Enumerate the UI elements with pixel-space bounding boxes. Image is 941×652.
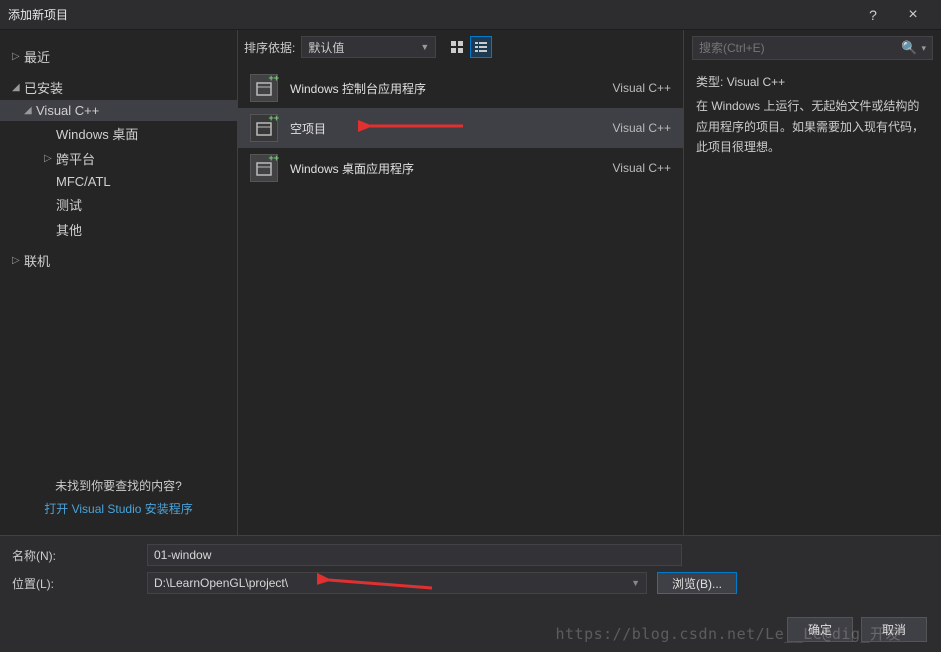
tree-item-8[interactable]: ▷联机 xyxy=(0,248,237,273)
template-name: 空项目 xyxy=(290,120,613,137)
view-grid-button[interactable] xyxy=(446,36,468,58)
sidebar: ▷最近◢已安装◢Visual C++Windows 桌面▷跨平台MFC/ATL测… xyxy=(0,30,238,535)
search-box[interactable]: 🔍 ▾ xyxy=(692,36,933,60)
view-list-button[interactable] xyxy=(470,36,492,58)
name-input[interactable] xyxy=(147,544,682,566)
sort-label: 排序依据: xyxy=(244,39,295,56)
sort-dropdown[interactable]: 默认值 ▼ xyxy=(301,36,436,58)
tree-item-label: Visual C++ xyxy=(36,103,99,118)
tree-item-7[interactable]: 其他 xyxy=(0,217,237,242)
name-label: 名称(N): xyxy=(12,547,147,564)
tree-arrow-icon: ▷ xyxy=(12,51,24,62)
right-pane: 🔍 ▾ 类型: Visual C++ 在 Windows 上运行、无起始文件或结… xyxy=(684,30,941,535)
window-title: 添加新项目 xyxy=(8,6,853,23)
type-label: 类型: xyxy=(696,75,723,89)
tree-item-3[interactable]: Windows 桌面 xyxy=(0,121,237,146)
tree-item-label: 联机 xyxy=(24,251,50,270)
cancel-button[interactable]: 取消 xyxy=(861,617,927,642)
view-mode-buttons xyxy=(446,36,492,58)
template-lang: Visual C++ xyxy=(613,161,671,175)
template-icon: ++ xyxy=(250,74,278,102)
tree-item-label: 最近 xyxy=(24,47,50,66)
tree-item-label: 跨平台 xyxy=(56,149,95,168)
search-icon: 🔍 xyxy=(901,40,917,56)
template-lang: Visual C++ xyxy=(613,81,671,95)
bottom-form: 名称(N): 位置(L): D:\LearnOpenGL\project\ ▼ … xyxy=(0,535,941,594)
description-panel: 类型: Visual C++ 在 Windows 上运行、无起始文件或结构的应用… xyxy=(692,60,933,170)
tree-item-0[interactable]: ▷最近 xyxy=(0,44,237,69)
ok-button[interactable]: 确定 xyxy=(787,617,853,642)
open-installer-link[interactable]: 打开 Visual Studio 安装程序 xyxy=(20,500,217,517)
dialog-buttons: 确定 取消 xyxy=(787,617,927,642)
grid-icon xyxy=(450,40,464,54)
template-list: ++ Windows 控制台应用程序 Visual C++ ++ 空项目 Vis… xyxy=(238,64,683,192)
tree-arrow-icon: ◢ xyxy=(12,82,24,93)
template-item-2[interactable]: ++ Windows 桌面应用程序 Visual C++ xyxy=(238,148,683,188)
location-dropdown[interactable]: D:\LearnOpenGL\project\ ▼ xyxy=(147,572,647,594)
help-button[interactable]: ? xyxy=(853,7,893,23)
dropdown-caret-icon: ▼ xyxy=(420,42,429,52)
template-lang: Visual C++ xyxy=(613,121,671,135)
template-item-0[interactable]: ++ Windows 控制台应用程序 Visual C++ xyxy=(238,68,683,108)
search-caret-icon: ▾ xyxy=(921,43,926,54)
template-icon: ++ xyxy=(250,114,278,142)
name-row: 名称(N): xyxy=(12,544,929,566)
dropdown-caret-icon: ▼ xyxy=(631,578,640,588)
tree-item-label: Windows 桌面 xyxy=(56,124,138,143)
center-pane: 排序依据: 默认值 ▼ ++ Windows 控制台应用程序 Visual C+… xyxy=(238,30,684,535)
tree-item-4[interactable]: ▷跨平台 xyxy=(0,146,237,171)
titlebar: 添加新项目 ? × xyxy=(0,0,941,30)
toolbar: 排序依据: 默认值 ▼ xyxy=(238,30,683,64)
tree-item-label: 已安装 xyxy=(24,78,63,97)
tree-arrow-icon: ▷ xyxy=(44,153,56,164)
list-icon xyxy=(474,40,488,54)
tree-item-6[interactable]: 测试 xyxy=(0,192,237,217)
close-button[interactable]: × xyxy=(893,6,933,24)
location-row: 位置(L): D:\LearnOpenGL\project\ ▼ 浏览(B)..… xyxy=(12,572,929,594)
not-found-text: 未找到你要查找的内容? xyxy=(20,477,217,494)
main-area: ▷最近◢已安装◢Visual C++Windows 桌面▷跨平台MFC/ATL测… xyxy=(0,30,941,535)
type-value: Visual C++ xyxy=(727,75,785,89)
tree-item-2[interactable]: ◢Visual C++ xyxy=(0,100,237,121)
browse-button[interactable]: 浏览(B)... xyxy=(657,572,737,594)
location-label: 位置(L): xyxy=(12,575,147,592)
location-value: D:\LearnOpenGL\project\ xyxy=(154,576,288,590)
tree-arrow-icon: ◢ xyxy=(24,105,36,116)
template-item-1[interactable]: ++ 空项目 Visual C++ xyxy=(238,108,683,148)
sort-value: 默认值 xyxy=(308,39,344,56)
template-name: Windows 桌面应用程序 xyxy=(290,160,613,177)
sidebar-footer: 未找到你要查找的内容? 打开 Visual Studio 安装程序 xyxy=(0,477,237,527)
search-input[interactable] xyxy=(699,41,901,55)
tree-item-label: MFC/ATL xyxy=(56,174,111,189)
tree-item-label: 测试 xyxy=(56,195,82,214)
template-icon: ++ xyxy=(250,154,278,182)
tree-item-5[interactable]: MFC/ATL xyxy=(0,171,237,192)
tree-item-1[interactable]: ◢已安装 xyxy=(0,75,237,100)
template-name: Windows 控制台应用程序 xyxy=(290,80,613,97)
tree-arrow-icon: ▷ xyxy=(12,255,24,266)
type-line: 类型: Visual C++ xyxy=(696,72,929,92)
tree-item-label: 其他 xyxy=(56,220,82,239)
category-tree: ▷最近◢已安装◢Visual C++Windows 桌面▷跨平台MFC/ATL测… xyxy=(0,38,237,477)
description-text: 在 Windows 上运行、无起始文件或结构的应用程序的项目。如果需要加入现有代… xyxy=(696,96,929,157)
